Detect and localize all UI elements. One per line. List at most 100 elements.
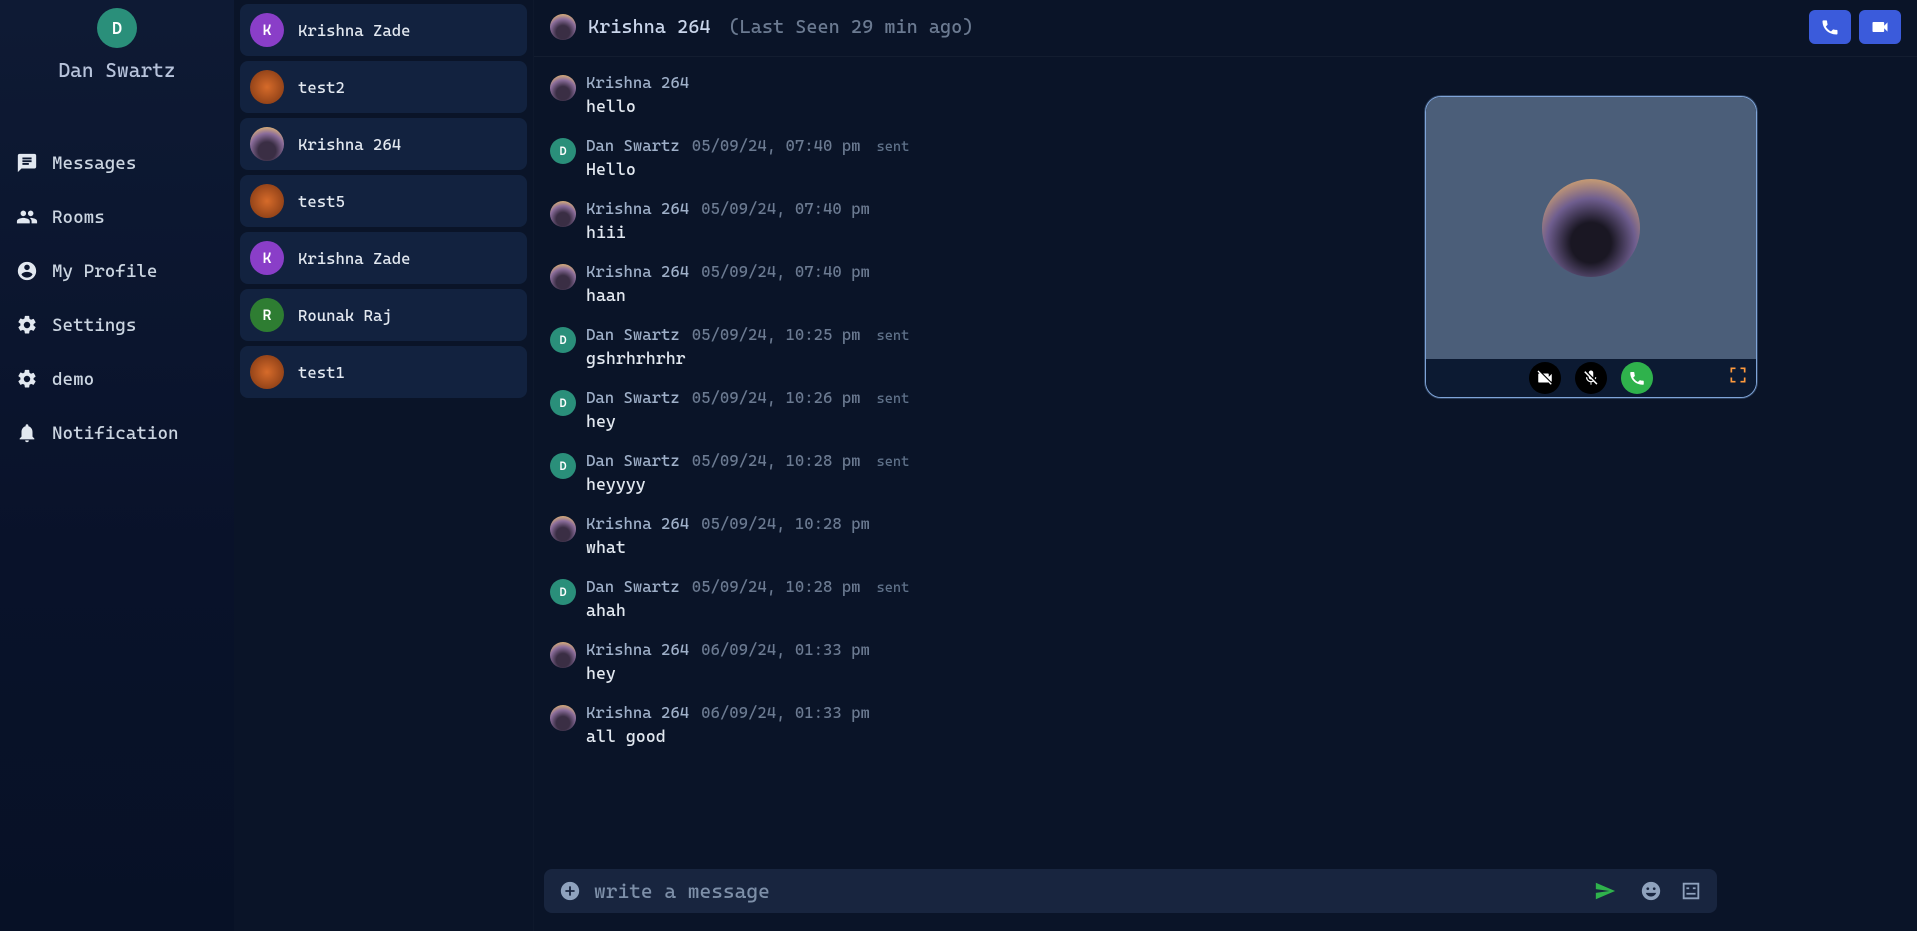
nav-rooms-label: Rooms [52, 207, 105, 228]
call-controls [1426, 359, 1756, 397]
chat-header: Krishna 264 (Last Seen 29 min ago) [534, 0, 1917, 57]
conversation-label: Rounak Raj [298, 306, 392, 325]
message-input[interactable] [594, 879, 1581, 903]
nav-profile[interactable]: My Profile [10, 250, 224, 292]
message-meta: Krishna 26405/09/24, 10:28 pm [586, 514, 870, 533]
call-widget[interactable] [1425, 96, 1757, 398]
conversation-label: test1 [298, 363, 345, 382]
rooms-icon [16, 206, 38, 228]
conversation-label: test2 [298, 78, 345, 97]
nav-demo-label: demo [52, 369, 94, 390]
conversation-label: Krishna 264 [298, 135, 401, 154]
message-text: hey [586, 411, 909, 431]
profile-avatar[interactable]: D [97, 8, 137, 48]
message-avatar [550, 264, 576, 290]
message-sender: Dan Swartz [586, 451, 680, 470]
gear-icon [16, 368, 38, 390]
chat-header-avatar[interactable] [550, 14, 576, 40]
message-text: hello [586, 96, 689, 116]
sidebar: D Dan Swartz Messages Rooms My Profil [0, 0, 234, 931]
emoji-button[interactable] [1637, 877, 1665, 905]
message-time: 06/09/24, 01:33 pm [701, 640, 870, 659]
message-body: Dan Swartz05/09/24, 10:26 pmsent hey [586, 388, 909, 431]
expand-call-button[interactable] [1728, 365, 1748, 389]
message-time: 05/09/24, 07:40 pm [701, 199, 870, 218]
message-body: Krishna 26405/09/24, 07:40 pmhiii [586, 199, 870, 242]
message-sender: Krishna 264 [586, 514, 689, 533]
message-text: haan [586, 285, 870, 305]
message-body: Dan Swartz05/09/24, 10:28 pmsentheyyyy [586, 451, 909, 494]
nav-rooms[interactable]: Rooms [10, 196, 224, 238]
message-status: sent [877, 391, 910, 407]
message-meta: Krishna 26405/09/24, 07:40 pm [586, 262, 870, 281]
call-avatar [1542, 179, 1640, 277]
conversation-item[interactable]: R Rounak Raj [240, 289, 527, 341]
nav-settings[interactable]: Settings [10, 304, 224, 346]
nav-messages[interactable]: Messages [10, 142, 224, 184]
message-avatar: D [550, 327, 576, 353]
video-call-button[interactable] [1859, 10, 1901, 44]
conversation-item[interactable]: test2 [240, 61, 527, 113]
send-button[interactable] [1591, 877, 1619, 905]
nav-notification[interactable]: Notification [10, 412, 224, 454]
message-status: sent [877, 328, 910, 344]
message-avatar [550, 201, 576, 227]
message-text: gshrhrhrhr [586, 348, 909, 368]
message-time: 05/09/24, 07:40 pm [692, 136, 861, 155]
chat-header-actions [1809, 10, 1901, 44]
message-time: 05/09/24, 10:28 pm [692, 451, 861, 470]
message-body: Dan Swartz05/09/24, 10:28 pmsent ahah [586, 577, 909, 620]
message-avatar [550, 516, 576, 542]
message-sender: Krishna 264 [586, 73, 689, 92]
message: DDan Swartz05/09/24, 10:28 pmsentheyyyy [550, 443, 1901, 506]
conversation-item[interactable]: KKrishna Zade [240, 232, 527, 284]
message-avatar: D [550, 453, 576, 479]
conversation-list: KKrishna Zadetest2Krishna 264test5KKrish… [234, 0, 534, 931]
mic-off-button[interactable] [1575, 362, 1607, 394]
call-video-area [1426, 97, 1756, 359]
camera-off-button[interactable] [1529, 362, 1561, 394]
message-body: Krishna 264 hello [586, 73, 689, 116]
chat-pane: Krishna 264 (Last Seen 29 min ago) Krish… [534, 0, 1917, 931]
message-body: Krishna 26406/09/24, 01:33 pmall good [586, 703, 870, 746]
message-time: 05/09/24, 07:40 pm [701, 262, 870, 281]
message-meta: Krishna 26406/09/24, 01:33 pm [586, 703, 870, 722]
nav-demo[interactable]: demo [10, 358, 224, 400]
message-avatar [550, 705, 576, 731]
conversation-item[interactable]: test1 [240, 346, 527, 398]
message-text: Hello [586, 159, 909, 179]
nav-notification-label: Notification [52, 423, 179, 444]
conversation-item[interactable]: Krishna 264 [240, 118, 527, 170]
message-time: 06/09/24, 01:33 pm [701, 703, 870, 722]
accept-call-button[interactable] [1621, 362, 1653, 394]
message-meta: Dan Swartz05/09/24, 10:26 pmsent [586, 388, 909, 407]
message-sender: Krishna 264 [586, 640, 689, 659]
chat-header-last-seen: (Last Seen 29 min ago) [728, 16, 973, 38]
conversation-label: Krishna Zade [298, 21, 411, 40]
message-text: ahah [586, 600, 909, 620]
conversation-item[interactable]: KKrishna Zade [240, 4, 527, 56]
message: Krishna 26405/09/24, 10:28 pmwhat [550, 506, 1901, 569]
voice-call-button[interactable] [1809, 10, 1851, 44]
conversation-avatar [250, 184, 284, 218]
nav-settings-label: Settings [52, 315, 136, 336]
message-text: hey [586, 663, 870, 683]
message-time: 05/09/24, 10:25 pm [692, 325, 861, 344]
message-meta: Dan Swartz05/09/24, 10:28 pmsent [586, 577, 909, 596]
message-avatar [550, 642, 576, 668]
message: Krishna 264 06/09/24, 01:33 pm hey [550, 632, 1901, 695]
gear-icon [16, 314, 38, 336]
sticker-button[interactable] [1677, 877, 1705, 905]
conversation-item[interactable]: test5 [240, 175, 527, 227]
message-status: sent [877, 580, 910, 596]
message-body: Dan Swartz05/09/24, 07:40 pmsentHello [586, 136, 909, 179]
chat-header-title: Krishna 264 [588, 16, 710, 38]
message-avatar: D [550, 579, 576, 605]
conversation-avatar: R [250, 298, 284, 332]
attach-button[interactable] [556, 877, 584, 905]
message-sender: Krishna 264 [586, 199, 689, 218]
message-sender: Dan Swartz [586, 388, 680, 407]
message-meta: Krishna 264 [586, 73, 689, 92]
sidebar-nav: Messages Rooms My Profile Settings [10, 142, 224, 454]
message-avatar: D [550, 138, 576, 164]
